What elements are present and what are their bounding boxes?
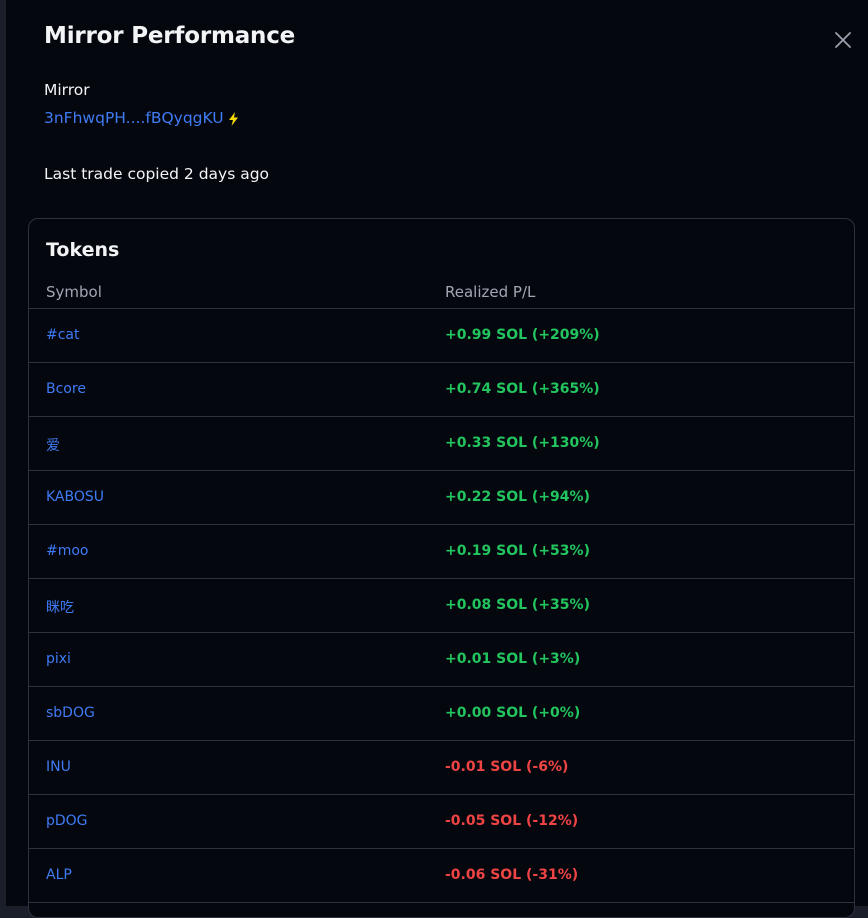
mirror-address-link[interactable]: 3nFhwqPH....fBQyqgKU — [44, 109, 239, 127]
token-symbol-link[interactable]: KABOSU — [46, 489, 104, 505]
table-row: pixi +0.01 SOL (+3%) — [29, 632, 854, 686]
tokens-card: Tokens Symbol Realized P/L #cat +0.99 SO… — [28, 218, 855, 918]
table-row: ALP -0.06 SOL (-31%) — [29, 848, 854, 902]
token-symbol-link[interactable]: #moo — [46, 543, 89, 559]
realized-pl-value: +0.99 SOL (+209%) — [445, 327, 600, 343]
token-symbol-link[interactable]: INU — [46, 759, 71, 775]
mirror-performance-panel: Mirror Performance Mirror 3nFhwqPH....fB… — [6, 0, 868, 918]
close-icon[interactable] — [832, 29, 854, 51]
mirror-label: Mirror — [44, 81, 90, 99]
lightning-bolt-icon — [228, 112, 239, 126]
table-row: sbDOG +0.00 SOL (+0%) — [29, 686, 854, 740]
tokens-table-body: #cat +0.99 SOL (+209%) Bcore +0.74 SOL (… — [29, 308, 854, 917]
token-symbol-link[interactable]: 眯吃 — [46, 597, 74, 617]
table-row: #moo +0.19 SOL (+53%) — [29, 524, 854, 578]
realized-pl-value: +0.19 SOL (+53%) — [445, 543, 590, 559]
mirror-address-text: 3nFhwqPH....fBQyqgKU — [44, 109, 224, 127]
table-row — [29, 902, 854, 917]
modal-title: Mirror Performance — [44, 23, 296, 49]
column-header-realized-pl: Realized P/L — [445, 283, 536, 301]
table-row: #cat +0.99 SOL (+209%) — [29, 308, 854, 362]
token-symbol-link[interactable]: ALP — [46, 867, 72, 883]
realized-pl-value: +0.22 SOL (+94%) — [445, 489, 590, 505]
table-row: Bcore +0.74 SOL (+365%) — [29, 362, 854, 416]
token-symbol-link[interactable]: pDOG — [46, 813, 88, 829]
realized-pl-value: -0.01 SOL (-6%) — [445, 759, 569, 775]
realized-pl-value: +0.74 SOL (+365%) — [445, 381, 600, 397]
table-row: 爱 +0.33 SOL (+130%) — [29, 416, 854, 470]
realized-pl-value: +0.33 SOL (+130%) — [445, 435, 600, 451]
table-row: INU -0.01 SOL (-6%) — [29, 740, 854, 794]
token-symbol-link[interactable]: #cat — [46, 327, 80, 343]
realized-pl-value: +0.01 SOL (+3%) — [445, 651, 581, 667]
token-symbol-link[interactable]: sbDOG — [46, 705, 95, 721]
table-row: pDOG -0.05 SOL (-12%) — [29, 794, 854, 848]
token-symbol-link[interactable]: Bcore — [46, 381, 86, 397]
realized-pl-value: -0.06 SOL (-31%) — [445, 867, 579, 883]
tokens-title: Tokens — [46, 239, 120, 261]
token-symbol-link[interactable]: 爱 — [46, 435, 60, 455]
table-row: KABOSU +0.22 SOL (+94%) — [29, 470, 854, 524]
realized-pl-value: +0.00 SOL (+0%) — [445, 705, 581, 721]
table-row: 眯吃 +0.08 SOL (+35%) — [29, 578, 854, 632]
realized-pl-value: -0.05 SOL (-12%) — [445, 813, 579, 829]
realized-pl-value: +0.08 SOL (+35%) — [445, 597, 590, 613]
column-header-symbol: Symbol — [46, 283, 102, 301]
token-symbol-link[interactable]: pixi — [46, 651, 71, 667]
last-trade-status: Last trade copied 2 days ago — [44, 165, 270, 183]
